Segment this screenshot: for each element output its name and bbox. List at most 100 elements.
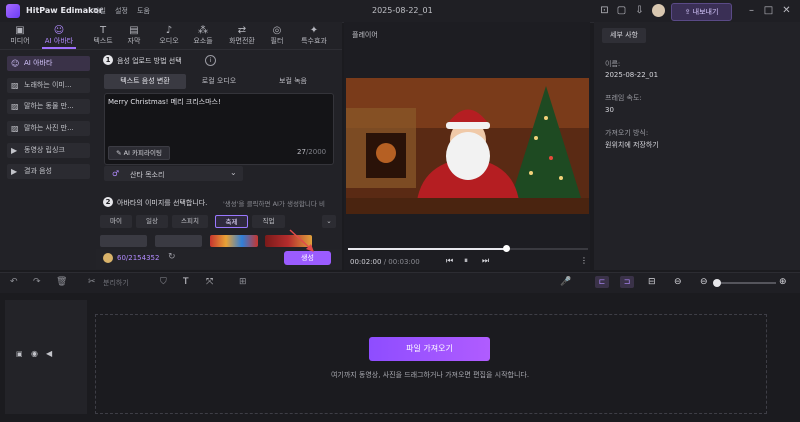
ai-icon: ✎	[116, 149, 122, 157]
microphone-icon[interactable]: 🎤	[560, 276, 571, 288]
chip-job[interactable]: 직업	[252, 215, 285, 228]
cart-icon[interactable]: ⊡	[598, 4, 611, 17]
avatar-thumb-3[interactable]	[210, 235, 258, 247]
skip-forward-icon[interactable]: ⏭	[482, 256, 489, 266]
step-1-title: 음성 업로드 방법 선택	[117, 57, 182, 65]
delete-icon[interactable]: 🗑	[56, 276, 67, 288]
segment-local-audio[interactable]: 로컬 오디오	[188, 74, 250, 89]
tab-audio[interactable]: ♪ 오디오	[154, 22, 184, 49]
info-icon[interactable]: i	[205, 55, 216, 66]
redo-icon[interactable]: ↷	[33, 276, 41, 288]
sidebar-item-talking-animal[interactable]: ▨ 말하는 동물 만...	[7, 99, 90, 114]
sidebar-item-talking-photo[interactable]: ▨ 말하는 사진 만...	[7, 121, 90, 136]
sidebar-item-singing-image[interactable]: ▨ 노래하는 이미...	[7, 78, 90, 93]
message-icon[interactable]: ▢	[615, 4, 628, 17]
speaker-icon[interactable]: ◀	[46, 349, 52, 358]
current-time: 00:02:00	[350, 258, 382, 266]
fit-icon[interactable]: ⊖	[674, 276, 682, 288]
link-icon[interactable]: ⊐	[620, 276, 634, 288]
filter-icon: ◎	[272, 25, 282, 36]
zoom-in-icon[interactable]: ⊕	[779, 276, 787, 288]
split-label[interactable]: 분리하기	[103, 278, 129, 288]
magnet-icon[interactable]: ⊏	[595, 276, 609, 288]
detail-fps-label: 프레임 속도:	[605, 94, 642, 102]
media-drop-zone[interactable]	[95, 314, 767, 414]
segment-tts[interactable]: 텍스트 음성 변환	[104, 74, 186, 89]
import-files-button[interactable]: 파일 가져오기	[369, 337, 490, 361]
text-box-icon[interactable]: T	[183, 276, 189, 288]
minimize-icon[interactable]: –	[745, 4, 758, 17]
export-label: 내보내기	[692, 8, 719, 16]
export-button[interactable]: ⇪ 내보내기	[671, 3, 732, 21]
credits-value: 60/2154352	[117, 254, 159, 262]
chip-mai[interactable]: 마이	[100, 215, 132, 228]
avatar-thumb-2[interactable]	[155, 235, 202, 247]
close-icon[interactable]: ✕	[780, 4, 793, 17]
eye-icon[interactable]: ◉	[31, 349, 38, 358]
split-screen-icon[interactable]: ⊟	[648, 276, 656, 288]
app-logo-icon	[6, 4, 20, 18]
undo-icon[interactable]: ↶	[10, 276, 18, 288]
download-icon[interactable]: ⇩	[633, 4, 646, 17]
zoom-slider[interactable]	[720, 282, 776, 284]
shield-icon[interactable]: ⛉	[160, 276, 167, 288]
segment-vocal-record[interactable]: 보컬 녹음	[262, 74, 324, 89]
tab-effects[interactable]: ✦ 특수효과	[295, 22, 333, 49]
tab-media[interactable]: ▣ 미디어	[5, 22, 35, 49]
tab-transition[interactable]: ⇄ 화면전환	[224, 22, 260, 49]
zoom-out-icon[interactable]: ⊖	[700, 276, 708, 288]
audio-icon: ♪	[165, 25, 173, 36]
avatar-thumb-1[interactable]	[100, 235, 147, 247]
user-avatar[interactable]	[652, 4, 665, 17]
tab-subtitle[interactable]: ▤ 자막	[119, 22, 149, 49]
pause-icon[interactable]: ⏸	[464, 256, 468, 266]
voice-select[interactable]	[104, 166, 243, 181]
menu-settings[interactable]: 설정	[115, 6, 128, 16]
tab-filter[interactable]: ◎ 필터	[262, 22, 292, 49]
maximize-icon[interactable]: □	[762, 4, 775, 17]
result-icon: ▶	[11, 167, 18, 176]
animal-icon: ▨	[11, 102, 19, 111]
tab-ai-avatar[interactable]: ☺ AI 아바타	[44, 22, 74, 49]
tab-label: 화면전환	[229, 37, 255, 45]
tab-label: AI 아바타	[44, 37, 74, 45]
chip-daily[interactable]: 일상	[136, 215, 168, 228]
ai-copywriting-button[interactable]: ✎ AI 카피라이팅	[108, 146, 170, 160]
tab-label: 텍스트	[93, 37, 113, 45]
sidebar-label: 말하는 동물 만...	[24, 102, 74, 110]
menu-help[interactable]: 도움	[137, 6, 150, 16]
crop-icon[interactable]: ⤧	[206, 276, 213, 288]
tab-elements[interactable]: ⁂ 요소들	[188, 22, 218, 49]
scissors-icon[interactable]: ✂	[88, 276, 96, 288]
sidebar-item-lipsync[interactable]: ▶ 동영상 립싱크	[7, 143, 90, 158]
text-icon: T	[99, 25, 107, 36]
refresh-icon[interactable]: ↻	[168, 252, 176, 262]
chevron-down-icon[interactable]: ⌄	[322, 215, 336, 228]
active-tab-indicator	[42, 47, 76, 49]
menu-file[interactable]: 파일	[93, 6, 106, 16]
sidebar-label: 동영상 립싱크	[24, 146, 65, 154]
sidebar-item-result[interactable]: ▶ 결과 음성	[7, 164, 90, 179]
sidebar-item-ai-avatar[interactable]: ☺ AI 아바타	[7, 56, 90, 71]
add-media-icon[interactable]: ⊞	[239, 276, 247, 288]
sidebar-label: 노래하는 이미...	[24, 81, 72, 89]
tab-label: 미디어	[10, 37, 30, 45]
tab-text[interactable]: T 텍스트	[88, 22, 118, 49]
ai-copywriting-label: AI 카피라이팅	[123, 149, 162, 157]
lipsync-icon: ▶	[11, 146, 18, 155]
arrow-pointer	[289, 229, 314, 252]
chip-festival[interactable]: 축제	[215, 215, 248, 228]
tab-details[interactable]: 세부 사항	[602, 28, 646, 43]
step-2-hint: '생성'을 클릭하면 AI가 생성합니다 비	[223, 200, 325, 208]
time-display: 00:02:00 / 00:03:00	[350, 258, 420, 266]
coin-icon	[103, 253, 113, 263]
detail-name-label: 이름:	[605, 60, 621, 68]
progress-fill	[348, 248, 507, 250]
elements-icon: ⁂	[198, 25, 208, 36]
more-icon[interactable]: ⋮	[580, 256, 588, 265]
step-1-number: 1	[103, 55, 113, 65]
chip-speech[interactable]: 스피치	[172, 215, 208, 228]
zoom-handle[interactable]	[713, 279, 721, 287]
skip-back-icon[interactable]: ⏮	[446, 256, 453, 266]
lock-icon[interactable]: ▣	[16, 350, 23, 358]
